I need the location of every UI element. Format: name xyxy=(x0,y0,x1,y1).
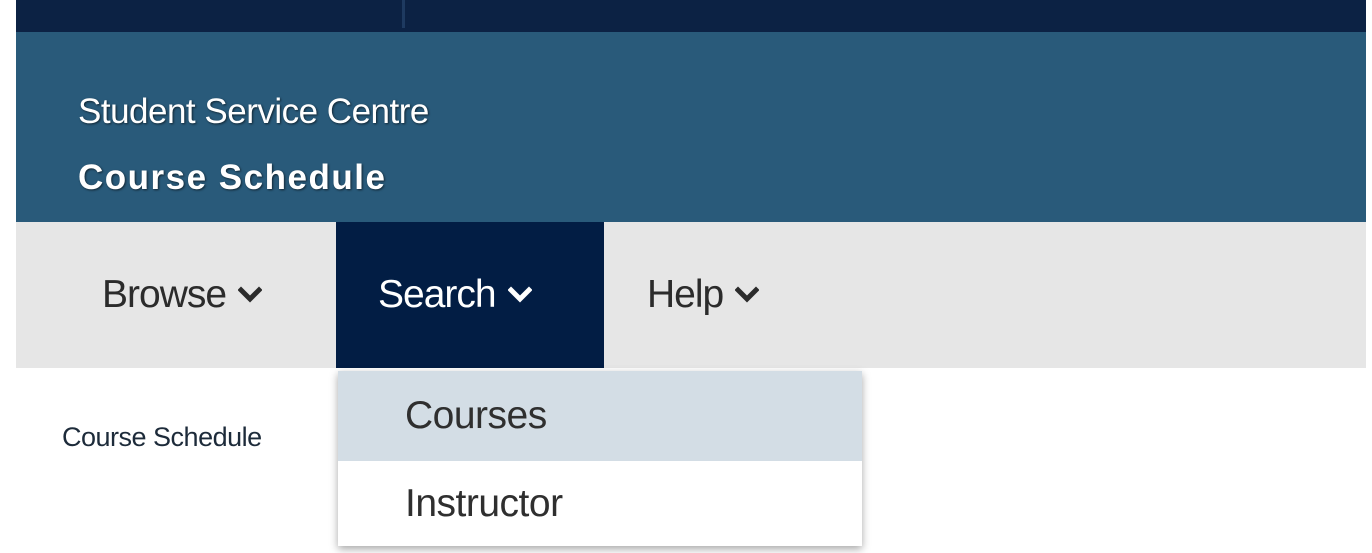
chevron-down-icon xyxy=(735,286,760,303)
chevron-down-icon xyxy=(507,286,532,303)
header-banner: Student Service Centre Course Schedule xyxy=(16,32,1366,222)
search-dropdown-menu: Courses Instructor xyxy=(338,371,862,546)
top-bar xyxy=(16,0,1366,32)
top-bar-divider xyxy=(402,0,405,28)
main-nav: Browse Search Help xyxy=(16,222,1366,368)
chevron-down-icon xyxy=(238,286,263,303)
breadcrumb[interactable]: Course Schedule xyxy=(62,422,262,453)
page: Student Service Centre Course Schedule B… xyxy=(0,0,1372,553)
page-title: Course Schedule xyxy=(78,158,387,197)
site-title: Student Service Centre xyxy=(78,92,429,131)
nav-item-label: Help xyxy=(647,273,724,316)
nav-item-label: Search xyxy=(378,273,497,316)
nav-item-search[interactable]: Search xyxy=(336,222,604,368)
nav-item-label: Browse xyxy=(102,273,227,316)
nav-item-help[interactable]: Help xyxy=(604,222,804,368)
menu-item-instructor[interactable]: Instructor xyxy=(338,461,862,546)
menu-item-courses[interactable]: Courses xyxy=(338,371,862,461)
nav-item-browse[interactable]: Browse xyxy=(16,222,336,368)
